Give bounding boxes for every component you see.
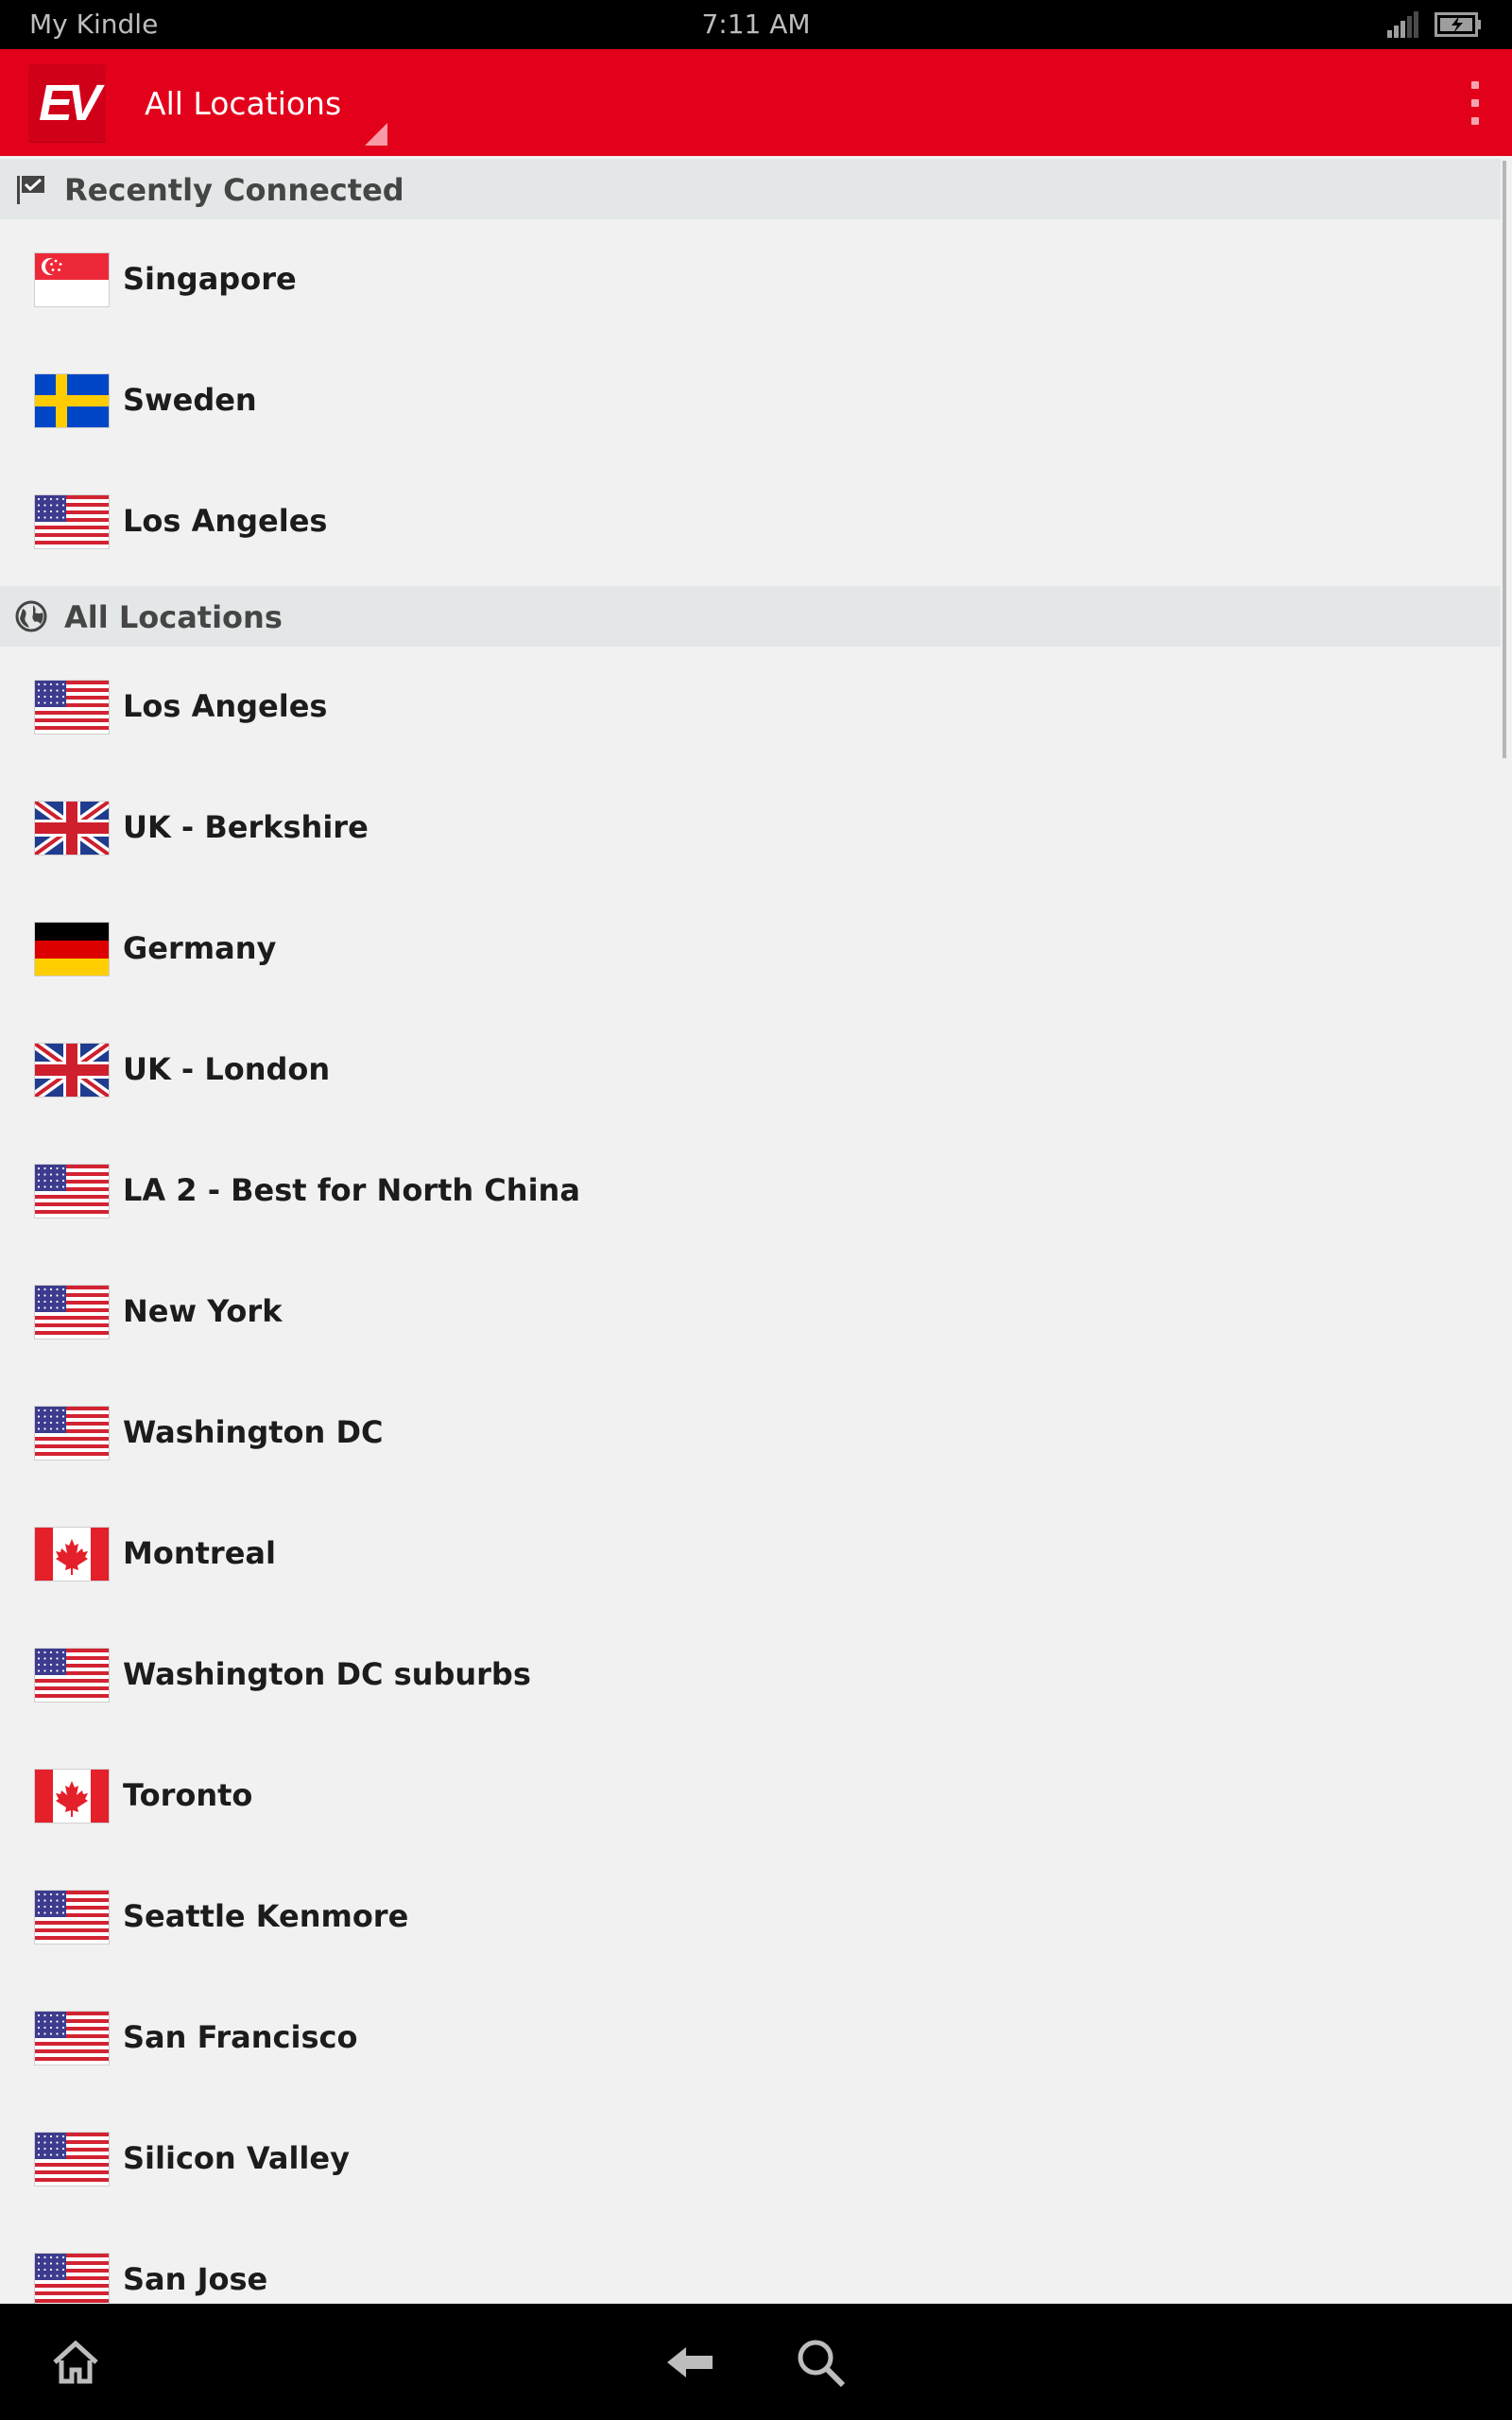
flag-ca-icon	[35, 1528, 109, 1581]
location-row[interactable]: Silicon Valley	[0, 2099, 1501, 2220]
location-row[interactable]: Toronto	[0, 1736, 1501, 1857]
location-row[interactable]: Washington DC	[0, 1373, 1501, 1494]
location-name: Germany	[123, 930, 277, 966]
flag-us-icon	[35, 1407, 109, 1460]
location-row[interactable]: New York	[0, 1252, 1501, 1373]
flag-us-icon	[35, 1891, 109, 1944]
location-name: UK - Berkshire	[123, 809, 369, 845]
signal-icon	[1387, 11, 1418, 38]
location-name: Sweden	[123, 382, 257, 418]
clock: 7:11 AM	[701, 9, 811, 40]
flag-gb-icon	[35, 1044, 109, 1097]
location-row[interactable]: Germany	[0, 889, 1501, 1010]
location-row[interactable]: Seattle Kenmore	[0, 1857, 1501, 1978]
location-row[interactable]: LA 2 - Best for North China	[0, 1131, 1501, 1252]
location-name: San Jose	[123, 2261, 268, 2297]
location-row[interactable]: San Francisco	[0, 1978, 1501, 2099]
flag-us-icon	[35, 2254, 109, 2304]
flag-sg-icon	[35, 253, 109, 306]
location-name: Silicon Valley	[123, 2140, 350, 2176]
flag-se-icon	[35, 374, 109, 427]
flag-de-icon	[35, 923, 109, 976]
location-row[interactable]: San Jose	[0, 2220, 1501, 2304]
location-name: Toronto	[123, 1777, 253, 1813]
location-list[interactable]: Recently Connected Singapore Sweden Los An…	[0, 156, 1512, 2304]
app-logo[interactable]: EV	[28, 64, 106, 142]
location-name: San Francisco	[123, 2019, 358, 2055]
recent-section-title: Recently Connected	[64, 172, 404, 208]
scrollbar[interactable]	[1503, 161, 1506, 758]
location-name: Singapore	[123, 261, 297, 297]
status-bar: My Kindle 7:11 AM	[0, 0, 1512, 49]
search-icon[interactable]	[794, 2336, 847, 2389]
location-name: Washington DC	[123, 1414, 384, 1450]
location-row[interactable]: Washington DC suburbs	[0, 1615, 1501, 1736]
flag-us-icon	[35, 1649, 109, 1702]
location-name: Los Angeles	[123, 503, 328, 539]
location-name: Montreal	[123, 1535, 276, 1571]
location-name: UK - London	[123, 1051, 331, 1087]
location-name: Washington DC suburbs	[123, 1656, 531, 1692]
all-section-header: All Locations	[0, 586, 1501, 647]
location-row[interactable]: UK - Berkshire	[0, 768, 1501, 889]
flag-us-icon	[35, 1286, 109, 1339]
recent-section-header: Recently Connected	[0, 159, 1501, 219]
location-name: LA 2 - Best for North China	[123, 1172, 580, 1208]
flag-us-icon	[35, 2133, 109, 2186]
location-row[interactable]: Los Angeles	[0, 461, 1501, 582]
location-row[interactable]: UK - London	[0, 1010, 1501, 1131]
overflow-menu-icon[interactable]	[1469, 81, 1482, 125]
location-row[interactable]: Sweden	[0, 340, 1501, 461]
location-row[interactable]: Singapore	[0, 219, 1501, 340]
flag-gb-icon	[35, 802, 109, 855]
flag-us-icon	[35, 2012, 109, 2065]
location-name: Los Angeles	[123, 688, 328, 724]
location-name: New York	[123, 1293, 283, 1329]
location-row[interactable]: Los Angeles	[0, 647, 1501, 768]
flag-ca-icon	[35, 1770, 109, 1823]
action-bar: EV All Locations	[0, 49, 1512, 156]
flag-us-icon	[35, 495, 109, 548]
globe-icon	[15, 600, 47, 632]
flag-us-icon	[35, 681, 109, 734]
location-name: Seattle Kenmore	[123, 1898, 409, 1934]
spinner-arrow-icon[interactable]	[365, 123, 387, 146]
location-row[interactable]: Montreal	[0, 1494, 1501, 1615]
home-icon[interactable]	[49, 2336, 102, 2389]
flag-us-icon	[35, 1165, 109, 1218]
all-section-title: All Locations	[64, 599, 283, 635]
battery-icon	[1435, 12, 1481, 37]
recent-flag-icon	[17, 176, 44, 204]
back-icon[interactable]	[663, 2336, 716, 2389]
location-filter-spinner[interactable]: All Locations	[145, 85, 341, 122]
navigation-bar	[0, 2304, 1512, 2420]
